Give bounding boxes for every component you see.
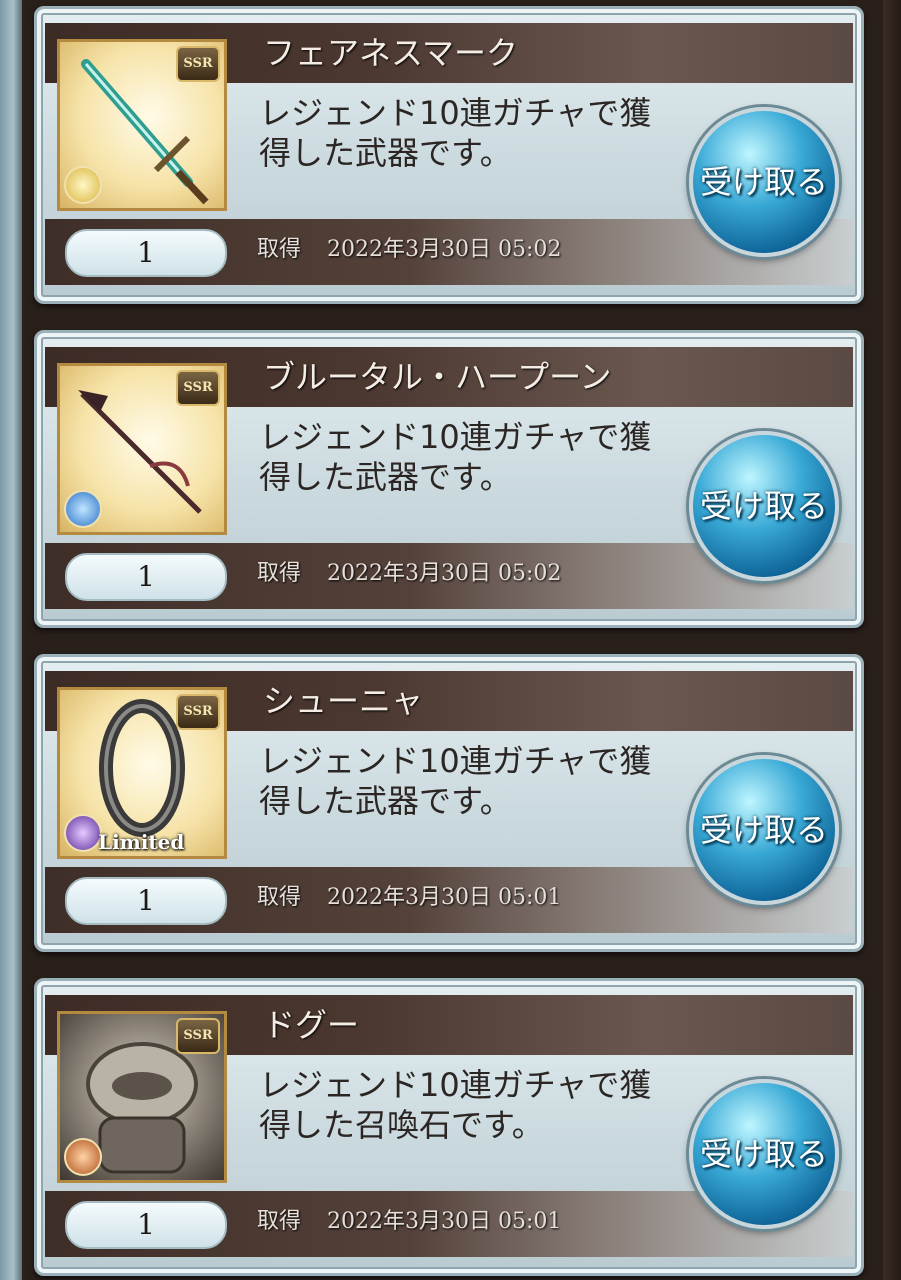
item-description: レジェンド10連ガチャで獲得した武器です。 bbox=[259, 418, 652, 496]
acquired-label: 取得 bbox=[257, 237, 302, 262]
present-card: フェアネスマーク SSR レジェンド10連ガチャで獲得した武器です。 1 取得 2… bbox=[34, 6, 864, 304]
left-frame bbox=[0, 0, 22, 1280]
receive-button[interactable]: 受け取る bbox=[689, 107, 839, 257]
light-icon bbox=[64, 166, 102, 204]
rarity-badge: SSR bbox=[176, 46, 220, 82]
receive-button[interactable]: 受け取る bbox=[689, 1079, 839, 1229]
present-card: シューニャ SSR Limited レジェンド10連ガチャで獲得した武器です。 … bbox=[34, 654, 864, 952]
acquired-date: 2022年3月30日 05:01 bbox=[327, 885, 562, 910]
fire-icon bbox=[64, 1138, 102, 1176]
present-card: ブルータル・ハープーン SSR レジェンド10連ガチャで獲得した武器です。 1 … bbox=[34, 330, 864, 628]
acquired-date-row: 取得 2022年3月30日 05:02 bbox=[257, 551, 561, 597]
acquired-date: 2022年3月30日 05:01 bbox=[327, 1209, 562, 1234]
acquired-label: 取得 bbox=[257, 885, 302, 910]
rarity-badge: SSR bbox=[176, 1018, 220, 1054]
item-name: シューニャ bbox=[263, 682, 424, 720]
item-description: レジェンド10連ガチャで獲得した召喚石です。 bbox=[259, 1066, 652, 1144]
item-thumbnail[interactable]: SSR bbox=[57, 39, 227, 211]
item-count: 1 bbox=[65, 1201, 227, 1249]
acquired-date: 2022年3月30日 05:02 bbox=[327, 561, 562, 586]
rarity-badge: SSR bbox=[176, 694, 220, 730]
acquired-date-row: 取得 2022年3月30日 05:02 bbox=[257, 227, 561, 273]
acquired-date: 2022年3月30日 05:02 bbox=[327, 237, 562, 262]
scrollbar-track[interactable] bbox=[883, 0, 901, 1280]
item-count: 1 bbox=[65, 229, 227, 277]
item-description: レジェンド10連ガチャで獲得した武器です。 bbox=[259, 742, 652, 820]
acquired-date-row: 取得 2022年3月30日 05:01 bbox=[257, 1199, 561, 1245]
acquired-label: 取得 bbox=[257, 561, 302, 586]
item-thumbnail[interactable]: SSR Limited bbox=[57, 687, 227, 859]
item-name: ブルータル・ハープーン bbox=[263, 358, 612, 396]
item-thumbnail[interactable]: SSR bbox=[57, 1011, 227, 1183]
present-card: ドグー SSR レジェンド10連ガチャで獲得した召喚石です。 1 取得 2022年… bbox=[34, 978, 864, 1276]
item-name: ドグー bbox=[263, 1006, 360, 1044]
rarity-badge: SSR bbox=[176, 370, 220, 406]
item-thumbnail[interactable]: SSR bbox=[57, 363, 227, 535]
receive-button[interactable]: 受け取る bbox=[689, 431, 839, 581]
acquired-date-row: 取得 2022年3月30日 05:01 bbox=[257, 875, 561, 921]
item-count: 1 bbox=[65, 877, 227, 925]
dark-icon bbox=[64, 814, 102, 852]
acquired-label: 取得 bbox=[257, 1209, 302, 1234]
item-count: 1 bbox=[65, 553, 227, 601]
limited-badge: Limited bbox=[98, 830, 185, 854]
water-icon bbox=[64, 490, 102, 528]
item-name: フェアネスマーク bbox=[263, 34, 519, 72]
receive-button[interactable]: 受け取る bbox=[689, 755, 839, 905]
item-description: レジェンド10連ガチャで獲得した武器です。 bbox=[259, 94, 652, 172]
